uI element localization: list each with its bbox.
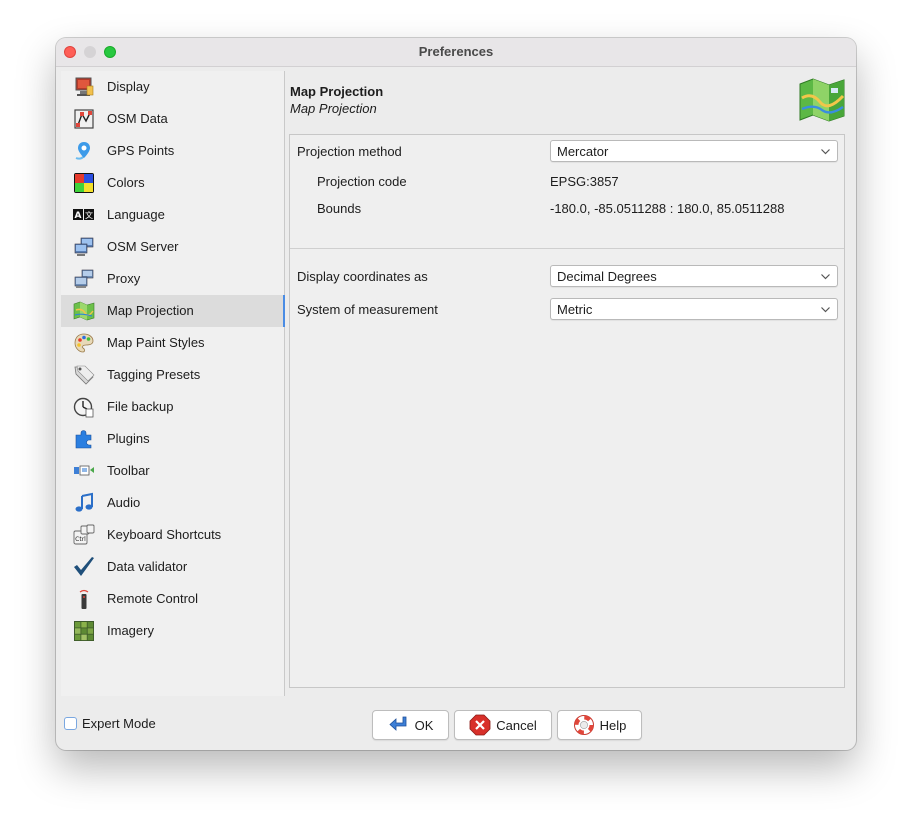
chevron-down-icon <box>821 307 830 313</box>
sidebar-item-remote-control[interactable]: Remote Control <box>61 583 284 615</box>
language-icon: A 文 <box>73 209 94 221</box>
sidebar-item-colors[interactable]: Colors <box>61 167 284 199</box>
sidebar-item-toolbar[interactable]: Toolbar <box>61 455 284 487</box>
system-of-measurement-value: Metric <box>557 302 593 317</box>
sidebar-item-display[interactable]: Display <box>61 71 284 103</box>
sidebar-item-label: Remote Control <box>107 591 199 606</box>
cancel-icon <box>469 714 491 736</box>
sidebar-item-tagging-presets[interactable]: Tagging Presets <box>61 359 284 391</box>
cancel-button[interactable]: Cancel <box>454 710 552 740</box>
sidebar-item-label: OSM Data <box>107 111 168 126</box>
preferences-sidebar: Display OSM Data GPS Points Colors A 文 L… <box>61 71 285 696</box>
projection-settings-panel: Projection method Mercator Projection co… <box>289 134 845 688</box>
sidebar-item-audio[interactable]: Audio <box>61 487 284 519</box>
chevron-down-icon <box>821 274 830 280</box>
expert-mode-label: Expert Mode <box>82 716 156 731</box>
sidebar-item-label: Data validator <box>107 559 188 574</box>
cancel-button-label: Cancel <box>496 717 537 733</box>
osm-server-icon <box>74 237 94 256</box>
sidebar-item-label: Keyboard Shortcuts <box>107 527 222 542</box>
projection-code-label: Projection code <box>317 174 407 189</box>
projection-code-value: EPSG:3857 <box>550 174 619 189</box>
display-coordinates-value: Decimal Degrees <box>557 269 657 284</box>
keyboard-shortcuts-icon: Ctrl <box>73 524 95 545</box>
sidebar-item-label: Toolbar <box>107 463 150 478</box>
sidebar-item-label: Map Projection <box>107 303 194 318</box>
chevron-down-icon <box>821 149 830 155</box>
ok-button-label: OK <box>414 717 434 733</box>
plugins-icon <box>75 430 92 449</box>
file-backup-icon <box>73 397 94 418</box>
sidebar-item-label: Map Paint Styles <box>107 335 205 350</box>
sidebar-item-label: Imagery <box>107 623 154 638</box>
sidebar-item-label: OSM Server <box>107 239 179 254</box>
ok-button[interactable]: OK <box>372 710 449 740</box>
sidebar-item-label: Colors <box>107 175 145 190</box>
projection-method-label: Projection method <box>297 144 402 159</box>
gps-points-icon <box>75 142 90 160</box>
bounds-value: -180.0, -85.0511288 : 180.0, 85.0511288 <box>550 201 785 216</box>
page-subtitle: Map Projection <box>290 101 377 116</box>
tagging-presets-icon <box>74 365 95 385</box>
map-projection-icon <box>73 301 95 321</box>
help-button-label: Help <box>599 717 627 733</box>
help-button[interactable]: Help <box>557 710 642 740</box>
lifebuoy-help-icon <box>573 715 594 735</box>
window-title: Preferences <box>418 44 494 59</box>
svg-text:Ctrl: Ctrl <box>75 536 86 543</box>
sidebar-item-label: Display <box>107 79 150 94</box>
sidebar-item-data-validator[interactable]: Data validator <box>61 551 284 583</box>
svg-text:A: A <box>75 211 82 221</box>
svg-text:文: 文 <box>85 210 93 220</box>
sidebar-item-label: Tagging Presets <box>107 367 201 382</box>
map-projection-icon <box>799 78 845 122</box>
sidebar-item-map-paint-styles[interactable]: Map Paint Styles <box>61 327 284 359</box>
system-of-measurement-label: System of measurement <box>297 302 438 317</box>
bounds-label: Bounds <box>317 201 362 216</box>
display-coordinates-label: Display coordinates as <box>297 269 428 284</box>
system-of-measurement-select[interactable]: Metric <box>550 298 838 320</box>
projection-method-value: Mercator <box>557 144 609 159</box>
projection-method-select[interactable]: Mercator <box>550 140 838 162</box>
data-validator-icon <box>74 557 94 576</box>
imagery-icon <box>74 621 94 641</box>
sidebar-item-label: GPS Points <box>107 143 175 158</box>
preferences-window: Preferences Display OSM Data GPS Points … <box>56 38 856 750</box>
sidebar-item-language[interactable]: A 文 Language <box>61 199 284 231</box>
expert-mode-checkbox[interactable] <box>64 717 77 730</box>
remote-control-icon <box>79 589 89 609</box>
toolbar-icon <box>74 465 94 476</box>
sidebar-item-map-projection[interactable]: Map Projection <box>61 295 285 327</box>
page-title: Map Projection <box>290 84 384 99</box>
sidebar-item-osm-data[interactable]: OSM Data <box>61 103 284 135</box>
sidebar-item-imagery[interactable]: Imagery <box>61 615 284 647</box>
expert-mode-toggle[interactable]: Expert Mode <box>64 716 156 731</box>
sidebar-item-file-backup[interactable]: File backup <box>61 391 284 423</box>
section-divider <box>290 248 844 249</box>
title-bar: Preferences <box>56 38 856 67</box>
sidebar-item-label: Audio <box>107 495 141 510</box>
display-icon <box>75 77 94 96</box>
osm-data-icon <box>74 109 94 129</box>
sidebar-item-label: Language <box>107 207 165 222</box>
audio-icon <box>75 492 93 512</box>
proxy-icon <box>74 269 94 288</box>
ok-arrow-icon <box>389 716 406 731</box>
sidebar-item-label: Plugins <box>107 431 150 446</box>
sidebar-item-label: File backup <box>107 399 174 414</box>
sidebar-item-plugins[interactable]: Plugins <box>61 423 284 455</box>
map-paint-styles-icon <box>74 333 94 353</box>
sidebar-item-proxy[interactable]: Proxy <box>61 263 284 295</box>
sidebar-item-osm-server[interactable]: OSM Server <box>61 231 284 263</box>
colors-icon <box>74 173 94 193</box>
sidebar-item-gps-points[interactable]: GPS Points <box>61 135 284 167</box>
sidebar-item-label: Proxy <box>107 271 141 286</box>
display-coordinates-select[interactable]: Decimal Degrees <box>550 265 838 287</box>
sidebar-item-keyboard-shortcuts[interactable]: Ctrl Keyboard Shortcuts <box>61 519 284 551</box>
